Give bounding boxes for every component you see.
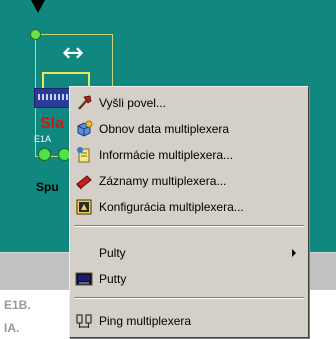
menu-item-label: Konfigurácia multiplexera... [99, 200, 244, 214]
terminal-icon [75, 272, 93, 286]
menu-item-label: Ping multiplexera [99, 314, 192, 328]
menu-item-logs[interactable]: Záznamy multiplexera... [72, 169, 306, 193]
menu-item-label: Vyšli povel... [99, 96, 166, 110]
menu-item-refresh-data[interactable]: Obnov data multiplexera [72, 117, 306, 141]
submenu-arrow-icon [292, 249, 296, 257]
menu-separator [74, 225, 304, 227]
refresh-cube-icon [77, 120, 93, 137]
config-icon [76, 199, 92, 215]
pointer-arrow-icon [31, 0, 45, 13]
node-label[interactable]: Sla [40, 115, 64, 133]
status-led-icon [38, 148, 51, 161]
menu-item-info[interactable]: Informácie multiplexera... [72, 143, 306, 167]
ping-icon [76, 314, 92, 328]
menu-item-pulty[interactable]: Pulty [72, 241, 306, 265]
menu-item-label: Putty [99, 272, 127, 286]
link-line [42, 72, 44, 88]
port-label: E1A [34, 134, 52, 144]
menu-item-send-command[interactable]: Vyšli povel... [72, 91, 306, 115]
menu-item-label: Pulty [99, 246, 126, 260]
menu-item-label: Obnov data multiplexera [99, 122, 230, 136]
log-book-icon [76, 175, 92, 190]
menu-separator [74, 297, 304, 299]
menu-item-label: Záznamy multiplexera... [99, 174, 227, 188]
context-menu: Vyšli povel... Obnov data multiplexera I… [69, 86, 309, 338]
resize-horizontal-icon[interactable]: ↔ [56, 38, 90, 68]
menu-item-configuration[interactable]: Konfigurácia multiplexera... [72, 195, 306, 219]
lower-text-2: IA. [4, 321, 20, 335]
lower-text-1: E1B. [4, 298, 31, 312]
selection-handle[interactable] [30, 29, 41, 40]
hammer-icon [78, 95, 92, 110]
info-scroll-icon [77, 147, 90, 163]
link-line [42, 72, 90, 74]
menu-item-putty[interactable]: Putty [72, 267, 306, 291]
menu-item-ping[interactable]: Ping multiplexera [72, 309, 306, 333]
menu-item-label: Informácie multiplexera... [99, 148, 234, 162]
node-caption: Spu [36, 180, 59, 194]
